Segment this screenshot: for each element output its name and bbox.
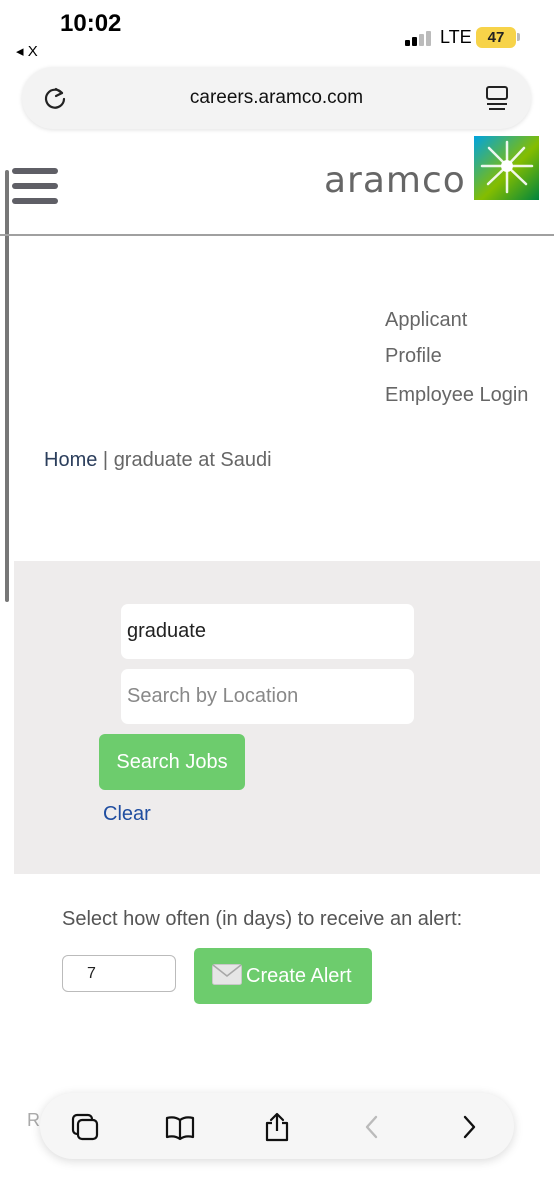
share-icon[interactable] [262,1112,292,1142]
account-links: Applicant Profile Employee Login [385,302,528,413]
reader-icon[interactable] [484,85,510,113]
envelope-icon [212,964,242,985]
breadcrumb: Home | graduate at Saudi [44,449,272,472]
url-text[interactable]: careers.aramco.com [22,87,531,109]
create-alert-label: Create Alert [246,965,352,987]
bookmarks-icon[interactable] [165,1112,195,1142]
status-time: 10:02 [60,10,122,37]
forward-icon[interactable] [454,1112,484,1142]
header-divider [0,234,554,236]
aramco-logo-icon[interactable] [474,136,539,200]
signal-icon [405,30,433,46]
battery-cap [517,33,520,41]
search-jobs-button[interactable]: Search Jobs [99,734,245,790]
back-to-app-link[interactable]: ◂ X [16,42,38,60]
aramco-logo-text[interactable]: aramco [324,160,466,201]
back-icon[interactable] [357,1112,387,1142]
create-alert-button[interactable]: Create Alert [194,948,372,1004]
employee-login-link[interactable]: Employee Login [385,377,528,413]
network-label: LTE [440,27,472,47]
alert-frequency-label: Select how often (in days) to receive an… [62,908,463,930]
alert-days-input[interactable]: 7 [62,955,176,992]
partial-text: R [27,1110,40,1130]
applicant-link[interactable]: Applicant [385,302,528,338]
tabs-icon[interactable] [70,1112,100,1142]
breadcrumb-home-link[interactable]: Home [44,449,97,471]
profile-link[interactable]: Profile [385,338,528,374]
clear-link[interactable]: Clear [103,803,151,826]
status-bar: 10:02 ◂ X LTE 47 [0,0,554,64]
keyword-search-input[interactable]: graduate [121,604,414,659]
battery-icon: 47 [476,27,516,48]
breadcrumb-current: graduate at Saudi [113,449,272,471]
location-search-input[interactable]: Search by Location [121,669,414,724]
hamburger-menu-icon[interactable] [12,168,60,208]
address-bar[interactable]: careers.aramco.com [22,67,531,129]
browser-toolbar [40,1093,514,1159]
breadcrumb-separator: | [102,449,109,471]
job-search-panel: graduate Search by Location Search Jobs … [14,561,540,874]
